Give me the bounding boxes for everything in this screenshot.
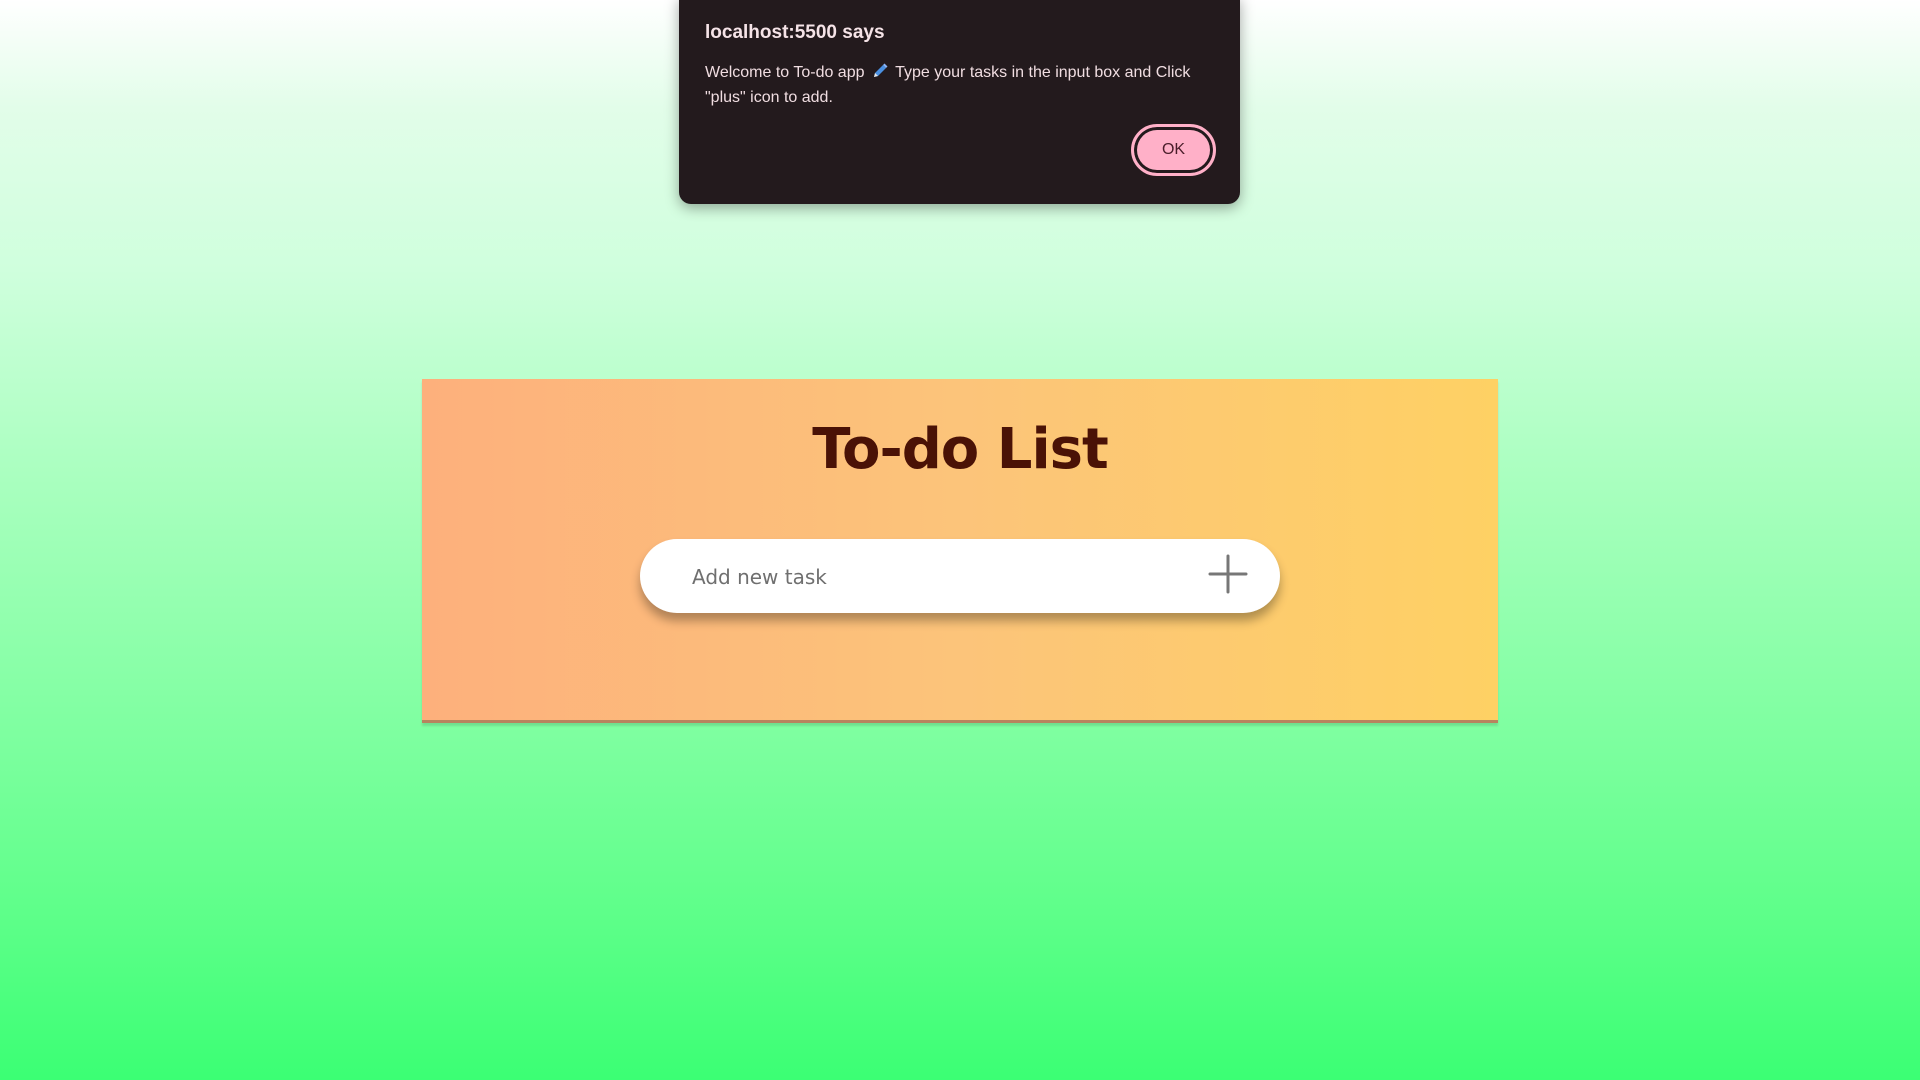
plus-icon <box>1207 553 1249 599</box>
pen-icon <box>871 62 889 80</box>
alert-dialog: localhost:5500 says Welcome to To-do app… <box>679 0 1240 204</box>
add-task-button[interactable] <box>1205 553 1251 599</box>
todo-card: To-do List <box>422 379 1498 723</box>
page-title: To-do List <box>812 417 1109 482</box>
alert-title: localhost:5500 says <box>705 22 885 43</box>
alert-message: Welcome to To-do app Type your tasks in … <box>705 60 1210 110</box>
ok-button[interactable]: OK <box>1131 124 1216 176</box>
alert-message-text-start: Welcome to To-do app <box>705 64 865 81</box>
task-input[interactable] <box>690 539 1164 615</box>
task-input-bar <box>640 539 1280 615</box>
